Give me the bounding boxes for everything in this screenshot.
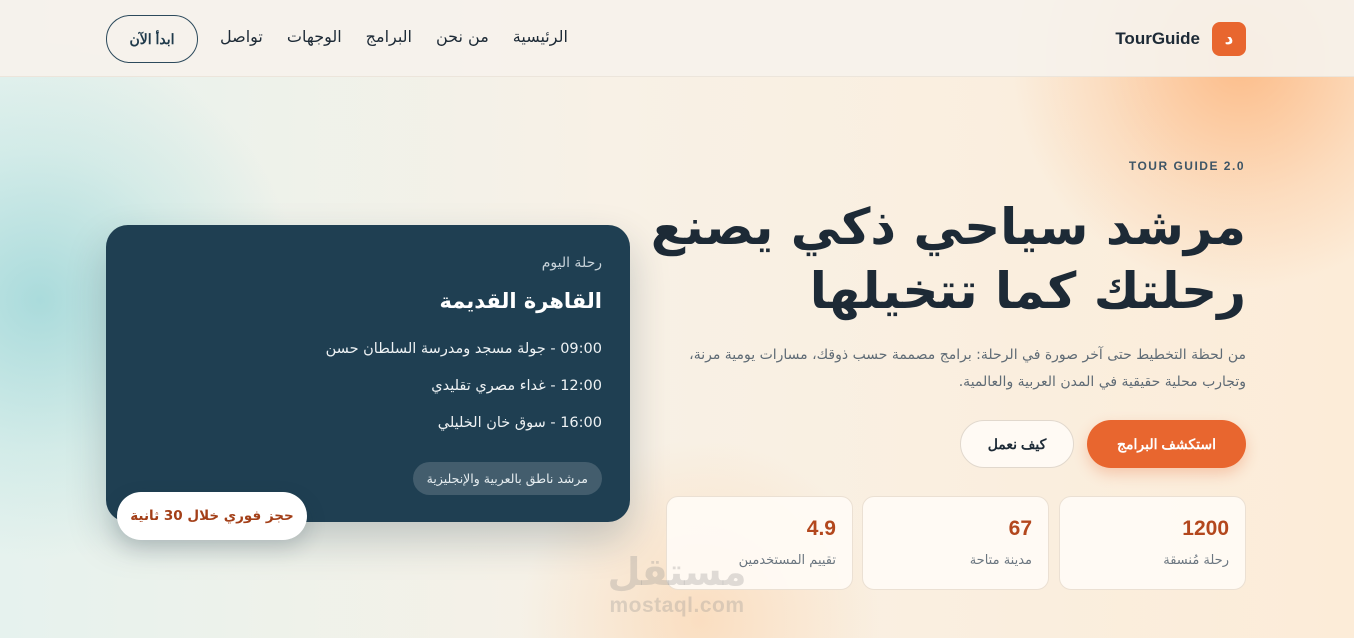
stat-value: 67	[1008, 517, 1032, 540]
watermark-english: mostaql.com	[609, 594, 745, 617]
stat-label: مدينة متاحة	[969, 553, 1032, 568]
mostaql-watermark: مستقل mostaql.com	[592, 550, 762, 630]
stat-value: 1200	[1182, 517, 1229, 540]
nav-link-destinations[interactable]: الوجهات	[287, 27, 342, 46]
nav-link-programs[interactable]: البرامج	[366, 27, 412, 46]
itinerary-item: 12:00 - غداء مصري تقليدي	[431, 378, 602, 394]
nav-link-home[interactable]: الرئيسية	[513, 27, 568, 46]
main-nav: الرئيسية من نحن البرامج الوجهات تواصل	[220, 27, 568, 46]
hero-title-line-2: رحلتك كما تتخيلها	[809, 262, 1246, 320]
trip-city: القاهرة القديمة	[439, 289, 602, 313]
hero-eyebrow: TOUR GUIDE 2.0	[1128, 159, 1245, 173]
explore-programs-button[interactable]: استكشف البرامج	[1087, 420, 1246, 468]
itinerary-item: 09:00 - جولة مسجد ومدرسة السلطان حسن	[325, 341, 602, 357]
site-header: د TourGuide الرئيسية من نحن البرامج الوج…	[0, 0, 1354, 77]
logo-mark-icon: د	[1212, 22, 1246, 56]
stat-label: رحلة مُنسقة	[1163, 553, 1229, 568]
start-now-button[interactable]: ابدأ الآن	[106, 15, 198, 63]
instant-booking-badge: حجز فوري خلال 30 ثانية	[117, 492, 307, 540]
nav-link-about[interactable]: من نحن	[436, 27, 489, 46]
trip-kicker: رحلة اليوم	[541, 255, 602, 271]
hero-title-line-1: مرشد سياحي ذكي يصنع	[650, 198, 1246, 256]
itinerary-item: 16:00 - سوق خان الخليلي	[437, 415, 602, 431]
stat-card-trips: 1200 رحلة مُنسقة	[1059, 496, 1246, 590]
how-we-work-button[interactable]: كيف نعمل	[960, 420, 1074, 468]
stat-card-cities: 67 مدينة متاحة	[862, 496, 1049, 590]
guide-language-tag: مرشد ناطق بالعربية والإنجليزية	[412, 462, 602, 495]
hero-title: مرشد سياحي ذكي يصنع رحلتك كما تتخيلها	[626, 195, 1246, 323]
todays-trip-card: رحلة اليوم القاهرة القديمة 09:00 - جولة …	[106, 225, 630, 522]
watermark-arabic: مستقل	[607, 550, 747, 594]
trip-itinerary: 09:00 - جولة مسجد ومدرسة السلطان حسن 12:…	[134, 339, 602, 450]
nav-link-contact[interactable]: تواصل	[220, 27, 263, 46]
stat-value: 4.9	[806, 517, 836, 540]
logo-text: TourGuide	[1115, 29, 1200, 48]
hero-description: من لحظة التخطيط حتى آخر صورة في الرحلة: …	[689, 347, 1246, 390]
brand-logo[interactable]: د TourGuide	[1115, 22, 1246, 56]
